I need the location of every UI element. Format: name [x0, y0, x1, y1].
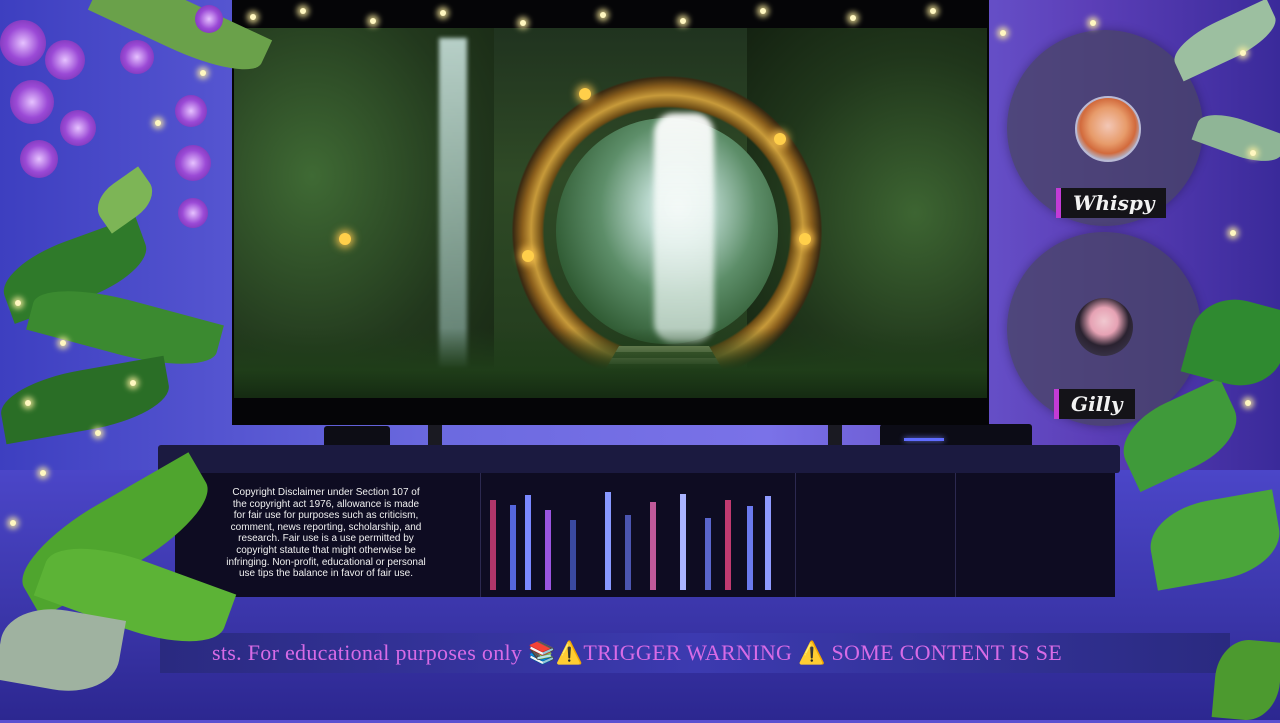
book — [545, 510, 551, 590]
book — [705, 518, 711, 590]
portal-gem — [579, 88, 591, 100]
book — [650, 502, 656, 590]
cabinet-divider — [795, 473, 796, 597]
book — [680, 494, 686, 590]
cabinet-divider — [955, 473, 956, 597]
portal-gem — [522, 250, 534, 262]
book — [625, 515, 631, 590]
book — [747, 506, 753, 590]
firefly — [339, 233, 351, 245]
cabinet-divider — [480, 473, 481, 597]
tv-screen — [234, 28, 987, 398]
book — [570, 520, 576, 590]
book — [510, 505, 516, 590]
host-name-tag: Gilly — [1054, 389, 1135, 419]
portal-gem — [799, 233, 811, 245]
book — [525, 495, 531, 590]
copyright-disclaimer: Copyright Disclaimer under Section 107 o… — [226, 487, 426, 580]
ticker-banner: sts. For educational purposes only 📚⚠️TR… — [160, 633, 1230, 673]
waterfall-left — [439, 38, 467, 368]
book — [605, 492, 611, 590]
host-avatar-photo — [1075, 298, 1133, 356]
book — [490, 500, 496, 590]
bookshelf — [485, 485, 780, 590]
host-avatar-photo — [1075, 96, 1141, 162]
ticker-text: sts. For educational purposes only 📚⚠️TR… — [212, 640, 1063, 665]
media-console-top — [158, 445, 1120, 473]
console-led — [904, 438, 944, 441]
foliage-foreground — [234, 328, 987, 398]
book — [725, 500, 731, 590]
book — [765, 496, 771, 590]
host-name-tag: Whispy — [1056, 188, 1167, 218]
portal-gem — [774, 133, 786, 145]
